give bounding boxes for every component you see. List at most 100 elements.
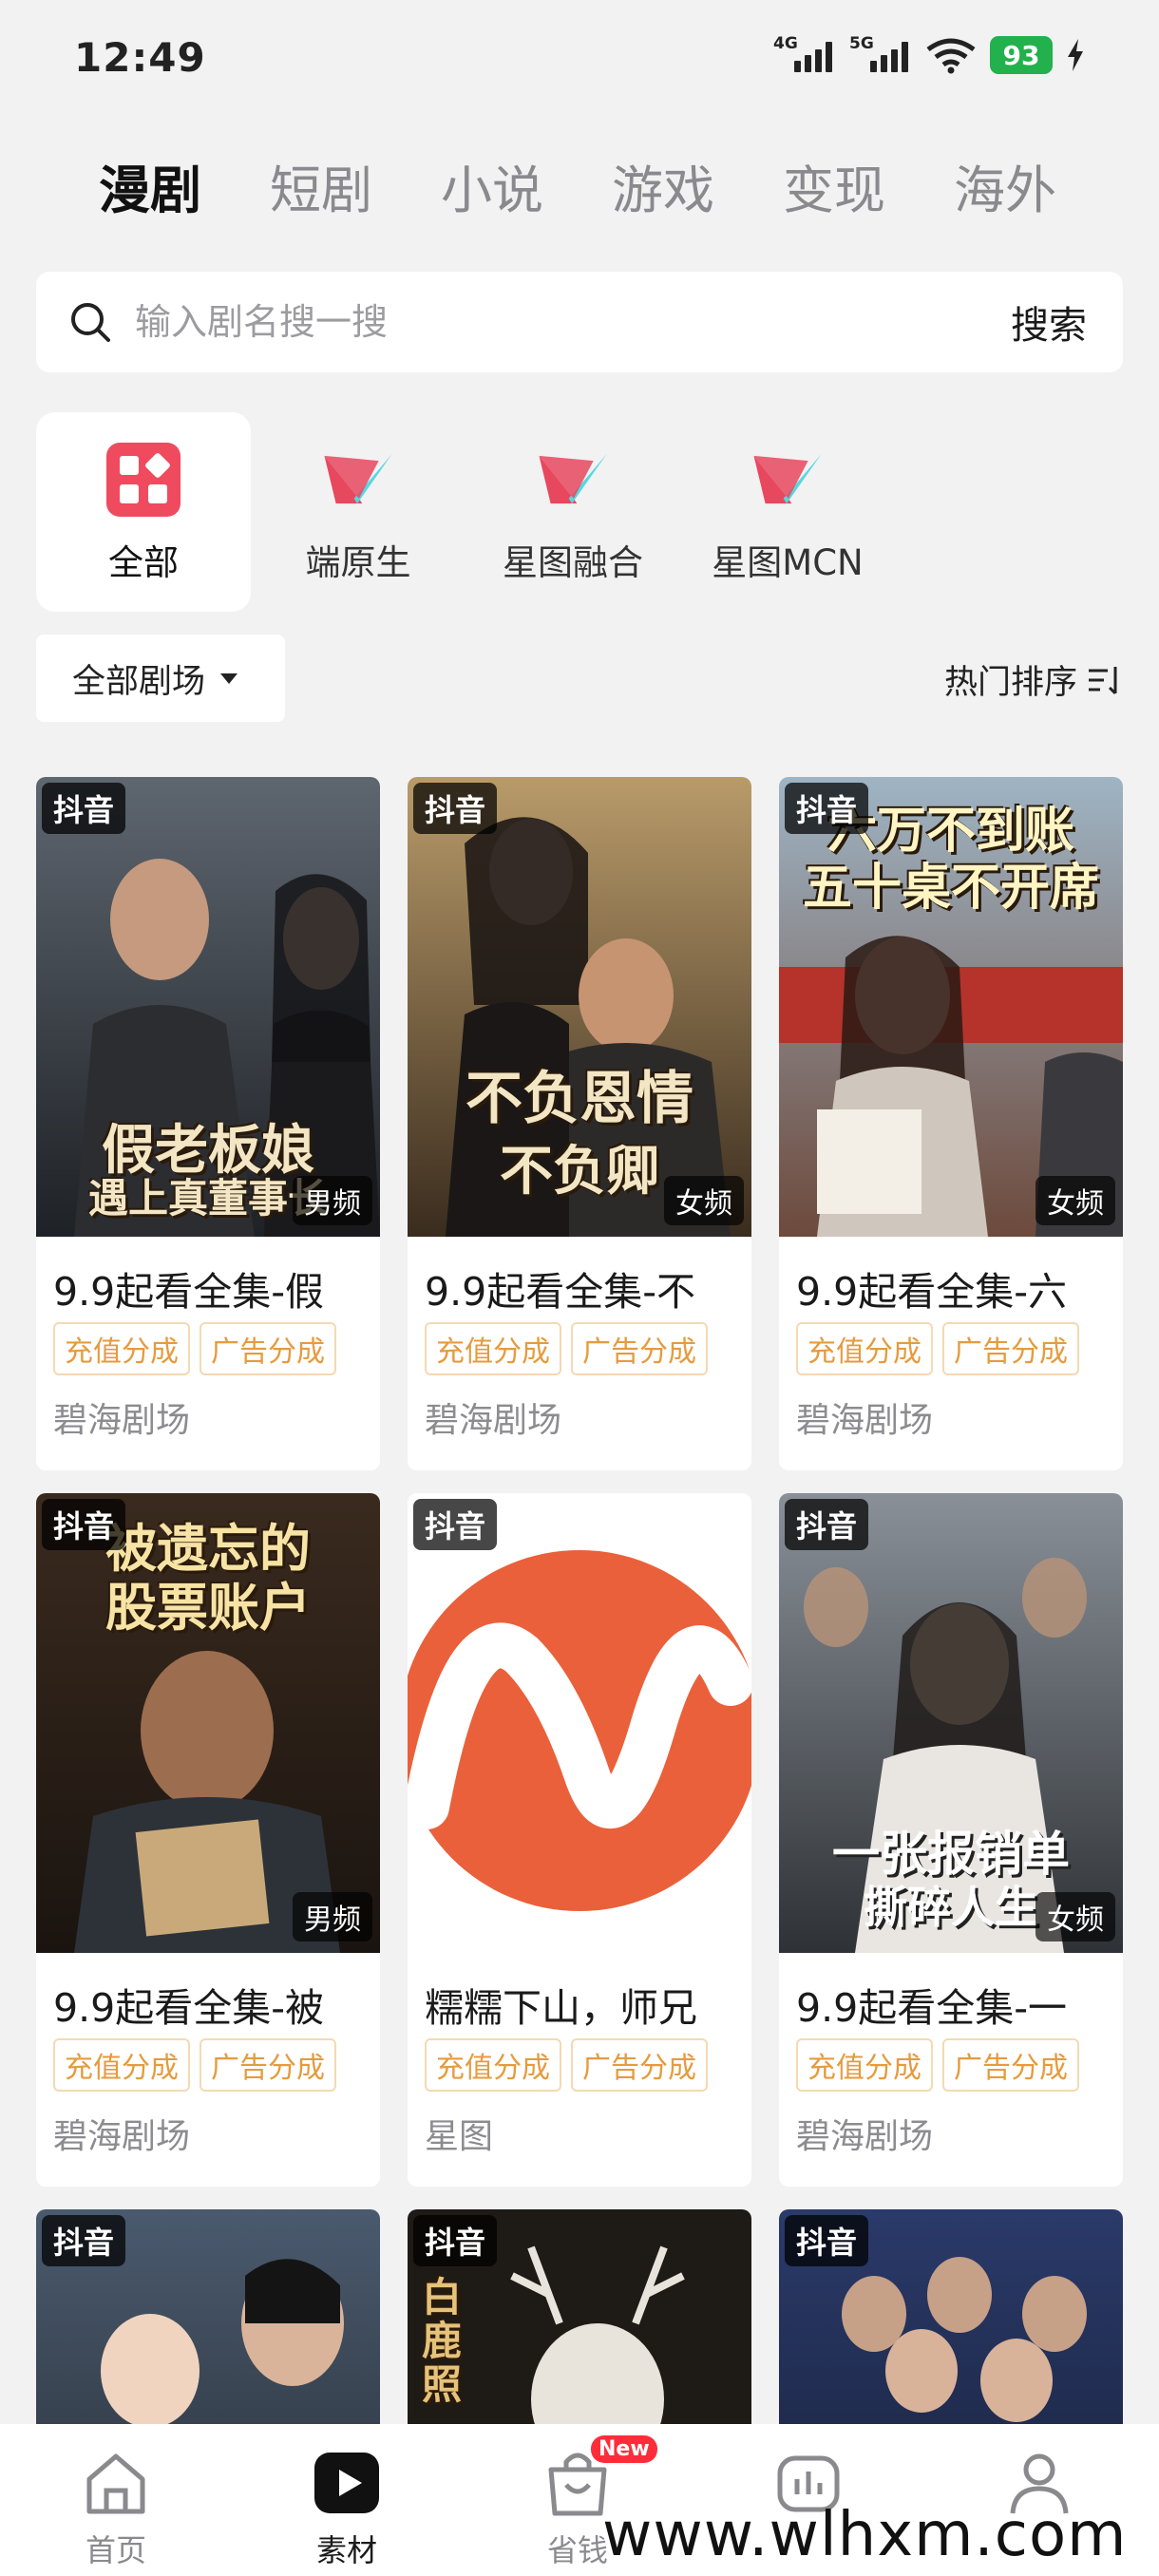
drama-cover: 假老板娘 遇上真董事长 抖音 男频	[36, 777, 380, 1237]
caret-down-icon	[220, 672, 238, 684]
category-duanyuansheng[interactable]: 端原生	[251, 412, 466, 612]
category-xingturonghe[interactable]: 星图融合	[466, 412, 680, 612]
signal-4g-label: 4G	[773, 34, 798, 53]
search-bar: 搜索	[36, 272, 1123, 372]
tag-list: 充值分成 广告分成	[408, 1313, 751, 1375]
drama-cover: 六万不到账 五十桌不开席 抖音 女频	[779, 777, 1123, 1237]
tag-recharge-share: 充值分成	[425, 2038, 561, 2092]
tag-ad-share: 广告分成	[571, 2038, 708, 2092]
tag-ad-share: 广告分成	[200, 1322, 336, 1375]
status-bar: 12:49 4G 5G 93	[0, 0, 1159, 114]
cover-title-line: 白鹿照	[421, 2274, 462, 2408]
tab-haiwai[interactable]: 海外	[954, 148, 1056, 223]
drama-card[interactable]: 抖音 糯糯下山，师兄 充值分成 广告分成 星图	[408, 1493, 751, 2187]
nav-label: 素材	[315, 2532, 377, 2568]
platform-badge: 抖音	[785, 783, 869, 834]
tab-manju[interactable]: 漫剧	[99, 148, 201, 223]
platform-badge: 抖音	[42, 783, 126, 834]
tag-ad-share: 广告分成	[942, 1322, 1079, 1375]
cover-title-line: 五十桌不开席	[802, 859, 1099, 917]
tag-recharge-share: 充值分成	[53, 2038, 190, 2092]
tab-bianxian[interactable]: 变现	[783, 148, 885, 223]
drama-card[interactable]: 六万不到账 五十桌不开席 抖音 女频 9.9起看全集-六 充值分成 广告分成 碧…	[779, 777, 1123, 1470]
platform-badge: 抖音	[42, 1499, 126, 1550]
search-button[interactable]: 搜索	[1011, 294, 1087, 350]
tab-duanju[interactable]: 短剧	[270, 148, 372, 223]
nav-label: 首页	[85, 2532, 146, 2568]
drama-source: 碧海剧场	[53, 1401, 191, 1440]
status-icons: 4G 5G 93	[773, 34, 1085, 74]
drama-title: 9.9起看全集-一	[796, 1985, 1067, 2029]
tag-list: 充值分成 广告分成	[408, 2029, 751, 2092]
watermark-text: www.wlhxm.com	[602, 2500, 1128, 2570]
new-badge: New	[591, 2435, 657, 2463]
drama-cover: 抖音	[408, 1493, 751, 1953]
nav-material[interactable]: 素材	[252, 2424, 442, 2576]
battery-indicator: 93	[990, 36, 1053, 74]
gender-badge: 女频	[1036, 1892, 1115, 1941]
cover-title-line: 不负恩情	[466, 1066, 694, 1132]
drama-source: 碧海剧场	[53, 2117, 191, 2156]
xingtu-logo-icon	[324, 454, 392, 504]
play-icon	[314, 2453, 379, 2513]
status-time: 12:49	[74, 34, 206, 81]
tab-xiaoshuo[interactable]: 小说	[441, 148, 543, 223]
drama-source: 碧海剧场	[796, 2117, 934, 2156]
category-label: 星图融合	[503, 542, 643, 583]
drama-title: 9.9起看全集-假	[53, 1269, 324, 1313]
signal-5g-label: 5G	[849, 34, 874, 53]
sort-label: 热门排序	[943, 664, 1077, 702]
drama-card[interactable]: 被遗忘的 股票账户 抖音 男频 9.9起看全集-被 充值分成 广告分成 碧海剧场	[36, 1493, 380, 2187]
tag-ad-share: 广告分成	[571, 1322, 708, 1375]
sort-icon	[1089, 666, 1117, 694]
tab-youxi[interactable]: 游戏	[612, 148, 714, 223]
platform-badge: 抖音	[413, 2215, 498, 2266]
theater-filter-dropdown[interactable]: 全部剧场	[36, 635, 285, 722]
nav-home[interactable]: 首页	[21, 2424, 211, 2576]
tag-recharge-share: 充值分成	[796, 1322, 933, 1375]
drama-cover: 不负恩情 不负卿 抖音 女频	[408, 777, 751, 1237]
drama-title: 9.9起看全集-不	[425, 1269, 695, 1313]
platform-badge: 抖音	[785, 2215, 869, 2266]
drama-title: 糯糯下山，师兄	[425, 1985, 697, 2029]
charging-icon	[1068, 39, 1083, 71]
tag-list: 充值分成 广告分成	[36, 2029, 380, 2092]
sort-button[interactable]: 热门排序	[944, 655, 1121, 704]
drama-source: 星图	[425, 2117, 494, 2156]
category-xingtumcn[interactable]: 星图MCN	[680, 412, 895, 612]
home-icon	[86, 2453, 145, 2514]
wifi-icon	[926, 38, 976, 74]
drama-source: 碧海剧场	[425, 1401, 562, 1440]
gender-badge: 男频	[293, 1892, 372, 1941]
category-row: 全部 端原生 星图融合 星图MCN	[36, 412, 1123, 612]
search-input[interactable]	[135, 291, 895, 353]
drama-cover: 一张报销单 撕碎人生 抖音 女频	[779, 1493, 1123, 1953]
filter-label: 全部剧场	[72, 662, 206, 701]
category-label: 端原生	[305, 542, 411, 583]
drama-cover: 被遗忘的 股票账户 抖音 男频	[36, 1493, 380, 1953]
platform-badge: 抖音	[413, 1499, 498, 1550]
drama-card[interactable]: 一张报销单 撕碎人生 抖音 女频 9.9起看全集-一 充值分成 广告分成 碧海剧…	[779, 1493, 1123, 2187]
category-all[interactable]: 全部	[36, 412, 251, 612]
drama-title: 9.9起看全集-被	[53, 1985, 324, 2029]
tag-ad-share: 广告分成	[942, 2038, 1079, 2092]
drama-source: 碧海剧场	[796, 1401, 934, 1440]
tag-ad-share: 广告分成	[200, 2038, 336, 2092]
cover-logo-image	[408, 1493, 751, 1953]
category-label: 星图MCN	[712, 542, 864, 583]
drama-card[interactable]: 不负恩情 不负卿 抖音 女频 9.9起看全集-不 充值分成 广告分成 碧海剧场	[408, 777, 751, 1470]
drama-card[interactable]: 假老板娘 遇上真董事长 抖音 男频 9.9起看全集-假 充值分成 广告分成 碧海…	[36, 777, 380, 1470]
tag-list: 充值分成 广告分成	[36, 1313, 380, 1375]
tag-recharge-share: 充值分成	[796, 2038, 933, 2092]
tag-list: 充值分成 广告分成	[779, 2029, 1123, 2092]
tag-recharge-share: 充值分成	[425, 1322, 561, 1375]
app-screen: 12:49 4G 5G 93 漫剧 短剧 小说 游戏 变现 海外 输入剧名搜一搜…	[0, 0, 1159, 2576]
category-label: 全部	[108, 542, 179, 583]
cover-title-line: 股票账户	[105, 1577, 311, 1638]
gender-badge: 女频	[1036, 1176, 1115, 1225]
gender-badge: 男频	[293, 1176, 372, 1225]
platform-badge: 抖音	[413, 783, 498, 834]
tag-recharge-share: 充值分成	[53, 1322, 190, 1375]
tag-list: 充值分成 广告分成	[779, 1313, 1123, 1375]
signal-5g-icon: 5G	[849, 34, 912, 74]
